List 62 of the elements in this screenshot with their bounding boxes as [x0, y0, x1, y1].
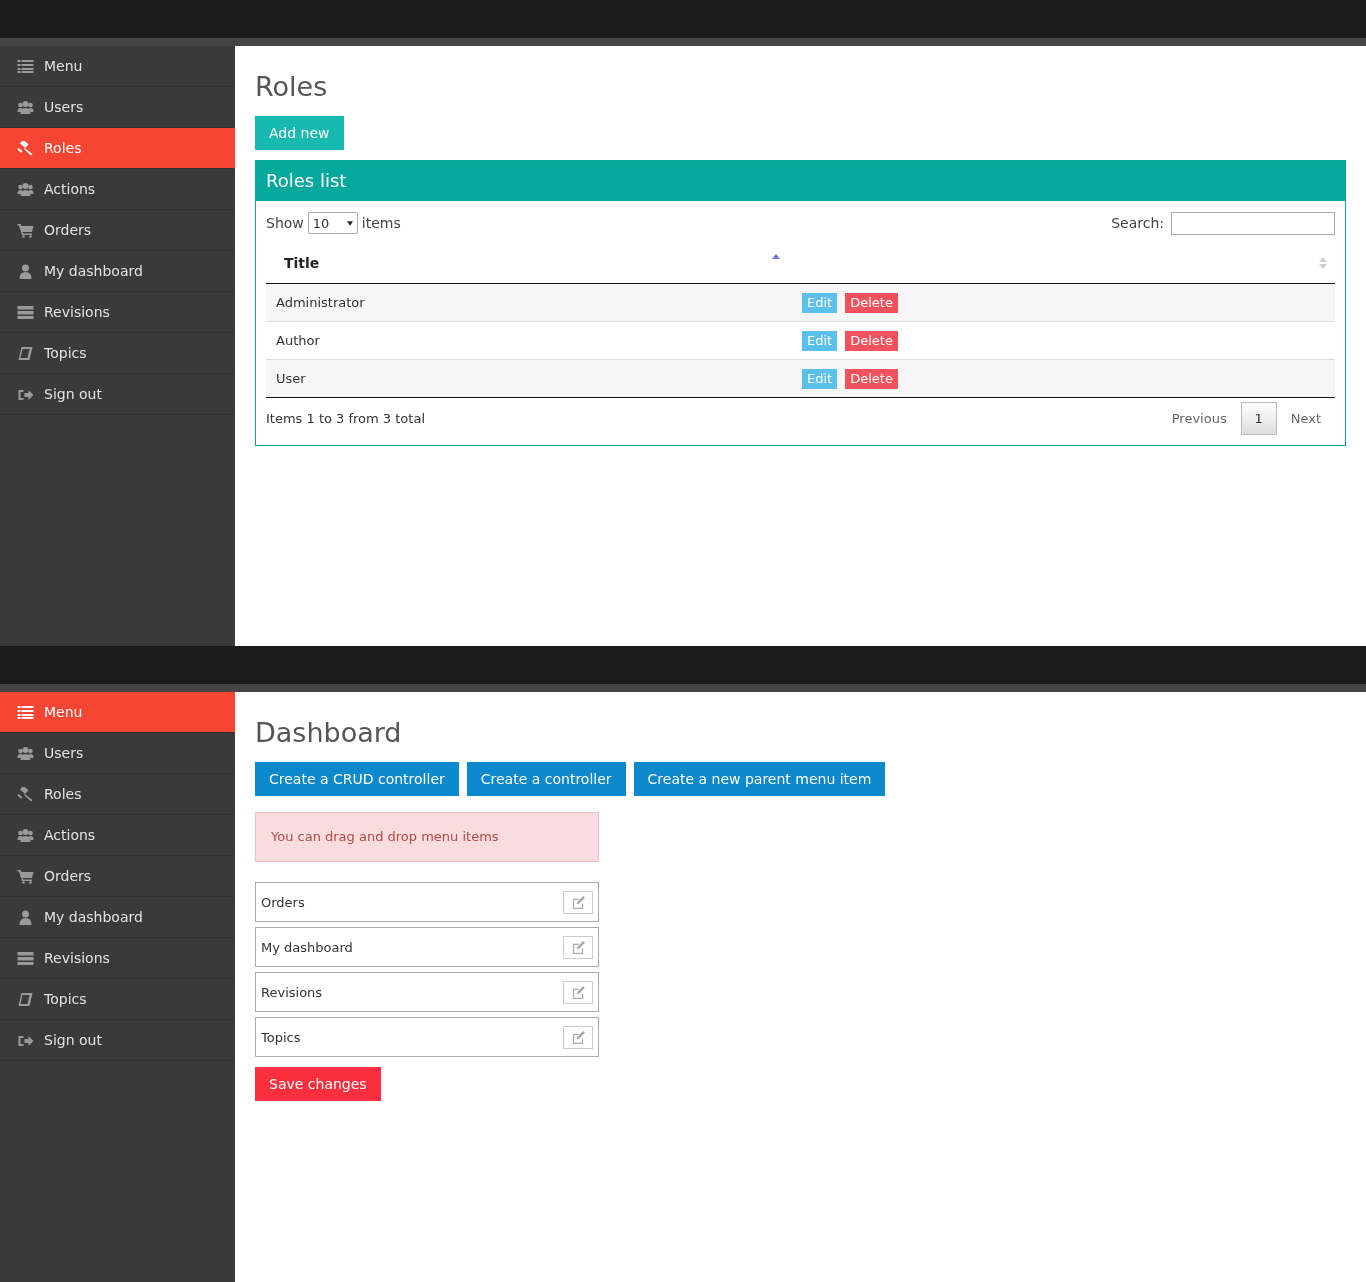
users-icon [17, 181, 34, 197]
user-icon [17, 909, 34, 925]
info-alert: You can drag and drop menu items [255, 812, 599, 862]
action-button[interactable]: Create a new parent menu item [633, 762, 886, 796]
search-label: Search: [1111, 215, 1164, 231]
items-summary: Items 1 to 3 from 3 total [266, 411, 425, 426]
sort-icon[interactable] [1319, 257, 1327, 269]
edit-button[interactable] [563, 890, 593, 914]
search-field[interactable] [1171, 211, 1335, 235]
action-button[interactable]: Create a controller [466, 762, 626, 796]
table-cell: Author [266, 321, 788, 360]
book-icon [17, 991, 34, 1007]
menu-list-item[interactable]: Orders [255, 882, 599, 922]
cart-icon [17, 222, 34, 238]
sidebar-item[interactable]: Revisions [0, 292, 235, 333]
page-button[interactable]: 1 [1240, 402, 1277, 435]
sidebar-item[interactable]: Actions [0, 169, 235, 210]
menu-item-label: Revisions [261, 984, 323, 1000]
edit-icon [571, 1030, 585, 1044]
edit-icon [571, 985, 585, 999]
menu-list-item[interactable]: Revisions [255, 972, 599, 1012]
edit-button[interactable] [563, 935, 593, 959]
list-icon [17, 704, 34, 720]
user-icon [17, 263, 34, 279]
table-cell: User [266, 359, 788, 398]
panel-header: Roles list [256, 161, 1345, 201]
save-changes-button[interactable]: Save changes [255, 1067, 381, 1101]
edit-icon [571, 895, 585, 909]
sidebar-item[interactable]: Menu [0, 692, 235, 733]
gavel-icon [17, 786, 34, 802]
gavel-icon [17, 140, 34, 156]
edit-icon [571, 940, 585, 954]
menu-item-label: Orders [261, 894, 305, 910]
menu-item-label: My dashboard [261, 939, 353, 955]
cart-icon [17, 868, 34, 884]
next-link[interactable]: Next [1276, 411, 1335, 426]
menu-list-item[interactable]: Topics [255, 1017, 599, 1057]
menu-item-label: Topics [261, 1029, 301, 1045]
page-size-select[interactable]: 10 [307, 212, 358, 234]
column-header[interactable]: Title [284, 255, 320, 271]
show-label: Show [266, 215, 304, 231]
list-icon [17, 58, 34, 74]
page-title: Roles [255, 70, 329, 104]
table-cell: Administrator [266, 283, 788, 322]
sidebar-item[interactable]: Revisions [0, 938, 235, 979]
menu-list-item[interactable]: My dashboard [255, 927, 599, 967]
sidebar-item[interactable]: Users [0, 733, 235, 774]
users-icon [17, 745, 34, 761]
edit-button[interactable] [563, 980, 593, 1004]
caret-icon [346, 220, 353, 226]
items-label: items [361, 215, 401, 231]
sidebar-item[interactable]: Actions [0, 815, 235, 856]
sidebar-item[interactable]: Roles [0, 128, 235, 169]
users-icon [17, 99, 34, 115]
page-title: Dashboard [255, 716, 403, 750]
action-button[interactable]: Create a CRUD controller [255, 762, 459, 796]
previous-link[interactable]: Previous [1157, 411, 1241, 426]
edit-button[interactable] [563, 1025, 593, 1049]
book-icon [17, 345, 34, 361]
server-icon [17, 304, 34, 320]
server-icon [17, 950, 34, 966]
users-icon [17, 827, 34, 843]
